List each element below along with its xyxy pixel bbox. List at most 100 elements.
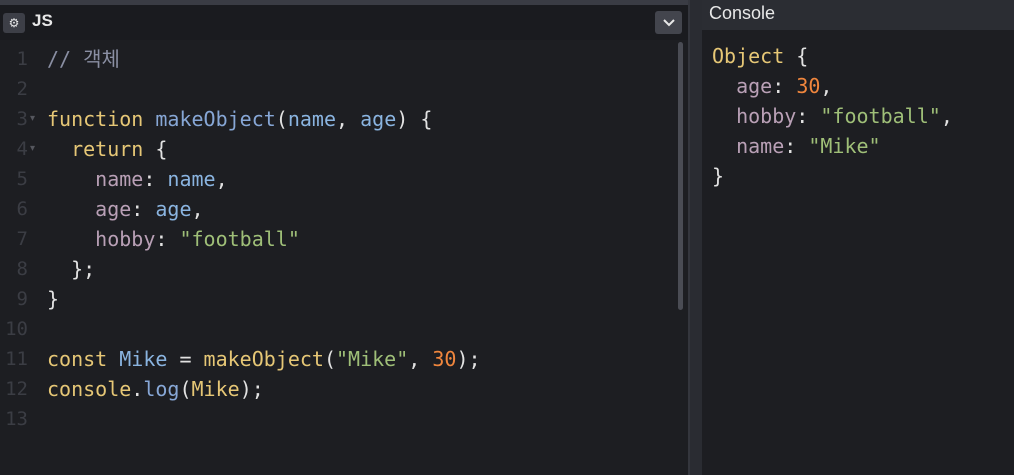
js-editor-panel: ⚙ JS 1 // 객체 2 3 ▾ function makeObject(name, …	[0, 0, 688, 475]
code-token: const	[47, 347, 120, 371]
console-title: Console	[709, 3, 776, 23]
code-token: (	[275, 107, 288, 131]
code-text: console.log(Mike);	[47, 374, 264, 404]
console-token: "Mike"	[808, 134, 881, 158]
console-panel: Console Object { age: 30, hobby: "footba…	[702, 0, 1014, 475]
console-token: Object	[712, 44, 797, 68]
code-line[interactable]: 8 };	[0, 254, 680, 284]
code-token: Mike	[119, 347, 168, 371]
code-line[interactable]: 1 // 객체	[0, 44, 680, 74]
code-token: age	[155, 197, 192, 221]
code-line[interactable]: 10	[0, 314, 680, 344]
code-token: log	[143, 377, 180, 401]
console-token: age	[712, 74, 773, 98]
line-number: 3	[16, 108, 28, 130]
code-token: function	[47, 107, 156, 131]
chevron-down-icon	[662, 19, 675, 27]
line-number: 7	[16, 228, 28, 250]
code-token: ,	[215, 167, 228, 191]
console-token: :	[772, 74, 797, 98]
code-token: return	[47, 137, 156, 161]
code-token: age	[360, 107, 397, 131]
js-editor-header: ⚙ JS	[0, 5, 688, 40]
console-token: :	[796, 104, 821, 128]
code-token: );	[456, 347, 481, 371]
console-token: {	[796, 44, 809, 68]
console-header: Console	[702, 0, 1014, 30]
fold-arrow-icon[interactable]: ▾	[30, 104, 35, 134]
code-token: name	[47, 167, 144, 191]
line-number: 9	[16, 288, 28, 310]
code-token: };	[47, 257, 96, 281]
line-number: 12	[5, 378, 28, 400]
collapse-chevron-down-icon[interactable]	[655, 11, 682, 34]
console-line: name: "Mike"	[712, 131, 881, 161]
code-token: hobby	[47, 227, 156, 251]
code-line[interactable]: 7 hobby: "football"	[0, 224, 680, 254]
panel-resize-divider[interactable]	[688, 0, 702, 475]
settings-gear-icon[interactable]: ⚙	[3, 13, 25, 33]
console-line: Object {	[712, 41, 808, 71]
console-token: ,	[820, 74, 833, 98]
line-number: 13	[5, 408, 28, 430]
code-token: age	[47, 197, 132, 221]
line-number: 4	[16, 138, 28, 160]
code-token: "football"	[179, 227, 300, 251]
code-text: age: age,	[47, 194, 204, 224]
code-line[interactable]: 2	[0, 74, 680, 104]
code-token: (	[179, 377, 192, 401]
code-token: // 객체	[47, 47, 120, 71]
line-number: 10	[5, 318, 28, 340]
code-text: return {	[47, 134, 167, 164]
code-token: =	[167, 347, 204, 371]
editor-scrollbar[interactable]	[678, 42, 683, 310]
code-token: name	[167, 167, 216, 191]
line-number: 5	[16, 168, 28, 190]
code-text: name: name,	[47, 164, 228, 194]
divider-line	[688, 0, 690, 475]
line-number: 1	[16, 48, 28, 70]
code-token: "Mike"	[336, 347, 409, 371]
code-token: makeObject	[203, 347, 324, 371]
code-token: ,	[336, 107, 361, 131]
console-token: :	[784, 134, 809, 158]
console-token: name	[712, 134, 785, 158]
code-text: };	[47, 254, 95, 284]
code-token: );	[239, 377, 264, 401]
console-token: ,	[940, 104, 953, 128]
code-token: 30	[432, 347, 457, 371]
fold-arrow-icon[interactable]: ▾	[30, 134, 35, 164]
code-text: }	[47, 284, 59, 314]
line-number: 8	[16, 258, 28, 280]
console-line: }	[712, 161, 724, 191]
code-editor[interactable]: 1// 객체 2 3 ▾ function makeObject(name, age) …	[0, 44, 680, 475]
code-token: }	[47, 287, 60, 311]
code-token: Mike	[191, 377, 240, 401]
code-token: (	[323, 347, 337, 371]
code-token: ,	[191, 197, 204, 221]
code-text: hobby: "football"	[47, 224, 300, 254]
code-token: {	[155, 137, 168, 161]
code-line[interactable]: 11 const Mike = makeObject("Mike", 30);	[0, 344, 680, 374]
console-line: age: 30,	[712, 71, 832, 101]
code-token: :	[143, 167, 168, 191]
code-text: // 객체	[47, 44, 120, 74]
code-token: :	[155, 227, 180, 251]
code-line[interactable]: 4 ▾ return {	[0, 134, 680, 164]
code-token: .	[131, 377, 144, 401]
line-number: 2	[16, 78, 28, 100]
line-number: 6	[16, 198, 28, 220]
code-token: ) {	[396, 107, 433, 131]
code-line[interactable]: 6 age: age,	[0, 194, 680, 224]
editor-title: JS	[32, 11, 53, 30]
code-token: makeObject	[155, 107, 276, 131]
code-token: :	[131, 197, 156, 221]
code-line[interactable]: 12 console.log(Mike);	[0, 374, 680, 404]
code-line[interactable]: 5 name: name,	[0, 164, 680, 194]
code-token: name	[287, 107, 337, 131]
code-token: console	[47, 377, 132, 401]
code-token: ,	[408, 347, 433, 371]
code-line[interactable]: 9}	[0, 284, 680, 314]
code-line[interactable]: 3 ▾ function makeObject(name, age) {	[0, 104, 680, 134]
code-line[interactable]: 13	[0, 404, 680, 434]
